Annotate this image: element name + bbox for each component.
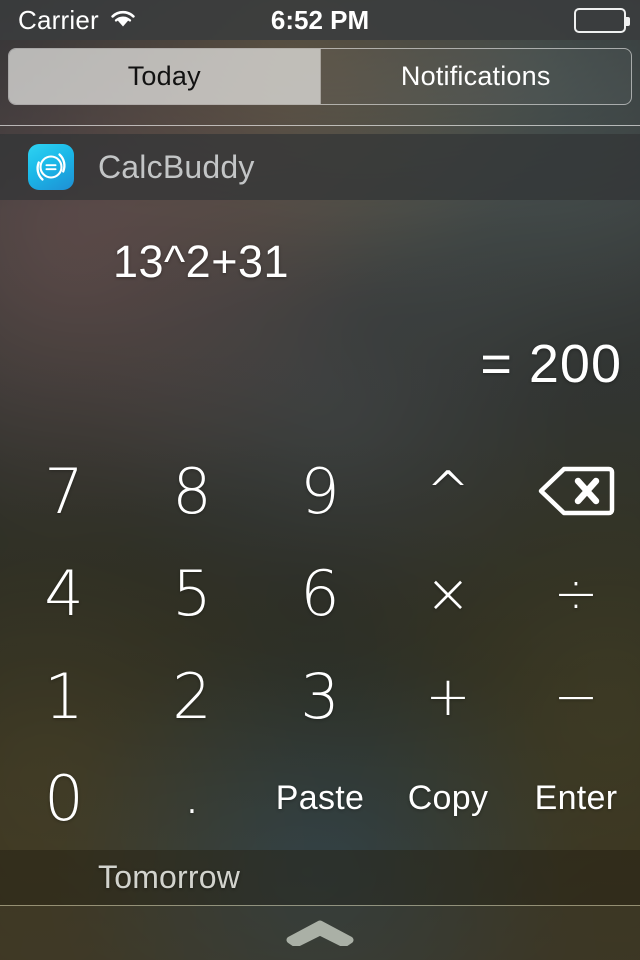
key-4[interactable]: 4	[0, 543, 128, 646]
key-5[interactable]: 5	[128, 543, 256, 646]
status-bar: Carrier 6:52 PM	[0, 0, 640, 40]
keypad-row: 7 8 9 ^	[0, 440, 640, 543]
widget-header[interactable]: CalcBuddy	[0, 134, 640, 200]
battery-full-icon	[574, 7, 630, 33]
key-decimal-point[interactable]: .	[128, 748, 256, 851]
calcbuddy-app-icon	[28, 144, 74, 190]
key-3[interactable]: 3	[256, 645, 384, 748]
key-minus[interactable]: −	[512, 645, 640, 748]
notification-center-screen: Carrier 6:52 PM Today Notifications Calc…	[0, 0, 640, 960]
key-6[interactable]: 6	[256, 543, 384, 646]
keypad-row: 1 2 3 + −	[0, 645, 640, 748]
tab-notifications-label: Notifications	[400, 61, 551, 91]
key-power[interactable]: ^	[384, 440, 512, 543]
key-multiply[interactable]: ×	[384, 543, 512, 646]
tomorrow-label: Tomorrow	[98, 859, 241, 895]
calculator-expression[interactable]: 13^2+31	[113, 236, 289, 288]
grabber-chevron-icon[interactable]	[284, 916, 356, 946]
key-enter[interactable]: Enter	[512, 748, 640, 851]
status-bar-right	[574, 7, 630, 33]
key-2[interactable]: 2	[128, 645, 256, 748]
key-paste[interactable]: Paste	[256, 748, 384, 851]
calcbuddy-widget-body: 13^2+31 = 200 7 8 9 ^ 4 5 6 × ÷ 1 2 3 + …	[0, 200, 640, 850]
keypad-row: 4 5 6 × ÷	[0, 543, 640, 646]
calculator-keypad: 7 8 9 ^ 4 5 6 × ÷ 1 2 3 + − 0 . Paste Co…	[0, 440, 640, 850]
segmented-control[interactable]: Today Notifications	[8, 48, 632, 105]
tab-today-label: Today	[127, 61, 201, 91]
battery-cap	[626, 16, 630, 26]
backspace-icon[interactable]	[512, 440, 640, 543]
bottom-divider	[0, 905, 640, 906]
key-8[interactable]: 8	[128, 440, 256, 543]
wifi-icon	[108, 7, 138, 34]
widget-title: CalcBuddy	[98, 148, 255, 185]
key-divide[interactable]: ÷	[512, 543, 640, 646]
key-plus[interactable]: +	[384, 645, 512, 748]
tomorrow-section-header: Tomorrow	[0, 850, 640, 905]
key-7[interactable]: 7	[0, 440, 128, 543]
top-divider	[0, 125, 640, 126]
tab-notifications[interactable]: Notifications	[319, 49, 631, 104]
tab-today[interactable]: Today	[9, 49, 320, 104]
key-0[interactable]: 0	[0, 748, 128, 851]
keypad-row: 0 . Paste Copy Enter	[0, 748, 640, 851]
calculator-result: = 200	[480, 334, 622, 394]
key-copy[interactable]: Copy	[384, 748, 512, 851]
key-9[interactable]: 9	[256, 440, 384, 543]
key-1[interactable]: 1	[0, 645, 128, 748]
status-bar-left: Carrier	[18, 5, 138, 36]
carrier-label: Carrier	[18, 4, 99, 35]
